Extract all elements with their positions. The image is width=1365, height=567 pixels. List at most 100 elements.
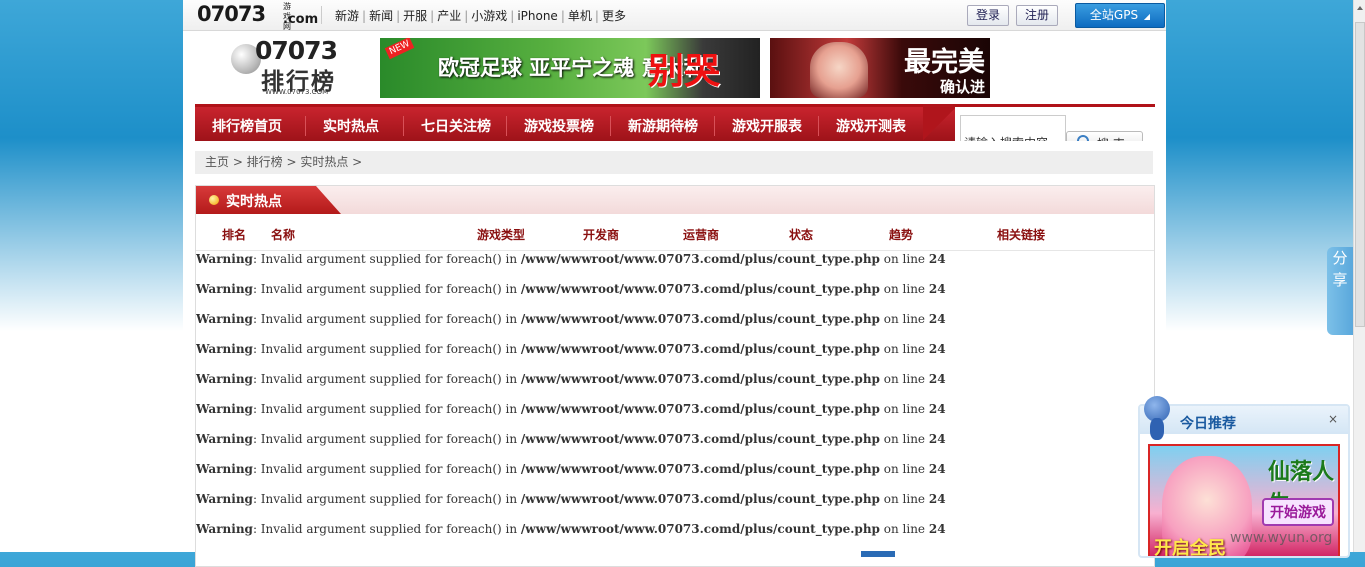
warning-file-path: /www/wwwroot/www.07073.comd/plus/count_t… <box>520 252 880 266</box>
warning-line-number: 24 <box>928 312 946 326</box>
warning-text: : Invalid argument supplied for foreach(… <box>252 432 521 446</box>
main-nav-item[interactable]: 排行榜首页 <box>212 116 282 136</box>
warning-line-number: 24 <box>928 252 946 266</box>
site-logo[interactable]: 07073 游戏网 .com <box>197 2 318 31</box>
vertical-scrollbar[interactable] <box>1353 0 1365 552</box>
warning-file-path: /www/wwwroot/www.07073.comd/plus/count_t… <box>520 462 880 476</box>
nav-divider: | <box>560 9 565 23</box>
login-button[interactable]: 登录 <box>967 5 1010 26</box>
top-nav-item[interactable]: 新游 <box>335 9 359 23</box>
panel-title: 实时热点 <box>226 194 282 210</box>
promo-slogan: 开启全民 <box>1154 538 1226 558</box>
warning-file-path: /www/wwwroot/www.07073.comd/plus/count_t… <box>520 522 880 536</box>
warning-on-line: on line <box>879 462 929 476</box>
nav-decoration <box>923 104 955 144</box>
top-nav-item[interactable]: 单机 <box>568 9 592 23</box>
panel-header: 实时热点 <box>196 186 1154 214</box>
nav-divider <box>506 116 507 136</box>
warning-text: : Invalid argument supplied for foreach(… <box>252 312 521 326</box>
warning-message: Warning: Invalid argument supplied for f… <box>196 282 946 296</box>
warning-file-path: /www/wwwroot/www.07073.comd/plus/count_t… <box>520 402 880 416</box>
nav-divider <box>818 116 819 136</box>
warning-label: Warning <box>196 372 253 386</box>
share-button[interactable]: 分 享 <box>1327 247 1353 335</box>
warning-label: Warning <box>196 342 253 356</box>
top-bar: 07073 游戏网 .com 新游 | 新闻 | 开服 | 产业 | 小游戏 | iPhone | 单机… <box>183 0 1166 31</box>
nav-divider: | <box>594 9 599 23</box>
top-nav-item[interactable]: 新闻 <box>369 9 393 23</box>
warning-line-number: 24 <box>928 402 946 416</box>
site-gps-button[interactable]: 全站GPS ◢ <box>1075 3 1165 28</box>
warning-file-path: /www/wwwroot/www.07073.comd/plus/count_t… <box>520 312 880 326</box>
register-button[interactable]: 注册 <box>1016 5 1059 26</box>
warning-message: Warning: Invalid argument supplied for f… <box>196 462 946 476</box>
site-logo-number: 07073 <box>197 2 266 26</box>
nav-divider: | <box>396 9 401 23</box>
warning-message: Warning: Invalid argument supplied for f… <box>196 432 946 446</box>
warning-text: : Invalid argument supplied for foreach(… <box>252 402 521 416</box>
warning-text: : Invalid argument supplied for foreach(… <box>252 372 521 386</box>
rank-logo-number: 07073 <box>255 36 338 65</box>
column-header: 开发商 <box>583 228 620 242</box>
search-input[interactable]: 请输入搜索内容 <box>960 115 1066 141</box>
banner-headline: 别哭 <box>648 51 721 92</box>
column-header: 趋势 <box>889 228 914 242</box>
site-gps-label: 全站GPS <box>1089 8 1139 22</box>
nav-rule <box>953 104 1155 107</box>
warning-label: Warning <box>196 402 253 416</box>
warning-label: Warning <box>196 312 253 326</box>
banner-character-image <box>810 42 868 98</box>
warning-on-line: on line <box>879 432 929 446</box>
warning-line-number: 24 <box>928 432 946 446</box>
warning-on-line: on line <box>879 372 929 386</box>
mascot-icon <box>1140 390 1174 444</box>
share-label-1: 分 <box>1332 249 1348 267</box>
main-nav-item[interactable]: 游戏开服表 <box>732 116 802 136</box>
warning-message: Warning: Invalid argument supplied for f… <box>196 522 946 536</box>
nav-divider <box>403 116 404 136</box>
top-nav-item[interactable]: 小游戏 <box>471 9 507 23</box>
table-header: 排名 名称 游戏类型 开发商 运营商 状态 趋势 相关链接 <box>196 216 1154 251</box>
divider <box>321 6 322 24</box>
main-nav-item[interactable]: 实时热点 <box>323 116 379 136</box>
scrollbar-thumb[interactable] <box>1355 22 1365 327</box>
warning-file-path: /www/wwwroot/www.07073.comd/plus/count_t… <box>520 492 880 506</box>
nav-divider: | <box>510 9 515 23</box>
rank-logo-url: WWW.07073.COM <box>265 88 329 96</box>
top-nav-item[interactable]: 产业 <box>437 9 461 23</box>
column-header: 名称 <box>271 228 296 242</box>
top-nav-item[interactable]: 开服 <box>403 9 427 23</box>
warning-on-line: on line <box>879 402 929 416</box>
warning-message: Warning: Invalid argument supplied for f… <box>196 372 946 386</box>
rank-logo[interactable]: 07073 排行榜 WWW.07073.COM <box>229 36 359 96</box>
site-logo-domain: .com <box>283 12 319 27</box>
start-game-button[interactable]: 开始游戏 <box>1262 498 1334 526</box>
nav-divider: | <box>464 9 469 23</box>
close-icon[interactable]: × <box>1327 413 1339 425</box>
warning-message: Warning: Invalid argument supplied for f… <box>196 312 946 326</box>
warning-line-number: 24 <box>928 492 946 506</box>
column-header: 排名 <box>222 228 247 242</box>
warning-text: : Invalid argument supplied for foreach(… <box>252 282 521 296</box>
warning-file-path: /www/wwwroot/www.07073.comd/plus/count_t… <box>520 282 880 296</box>
main-nav-item[interactable]: 新游期待榜 <box>628 116 698 136</box>
top-nav-item[interactable]: 更多 <box>602 9 626 23</box>
top-nav-item[interactable]: iPhone <box>517 9 558 23</box>
warning-on-line: on line <box>879 312 929 326</box>
ad-banner-game[interactable]: 最完美 确认进 <box>770 38 990 98</box>
warning-label: Warning <box>196 252 253 266</box>
warning-line-number: 24 <box>928 342 946 356</box>
panel-title-tab: 实时热点 <box>196 186 341 214</box>
main-nav-item[interactable]: 游戏投票榜 <box>524 116 594 136</box>
main-nav-item[interactable]: 七日关注榜 <box>421 116 491 136</box>
main-nav-item[interactable]: 游戏开测表 <box>836 116 906 136</box>
column-header: 游戏类型 <box>477 228 526 242</box>
breadcrumb[interactable]: 主页 > 排行榜 > 实时热点 > <box>195 151 1153 174</box>
nav-divider: | <box>430 9 435 23</box>
warning-text: : Invalid argument supplied for foreach(… <box>252 522 521 536</box>
scroll-up-icon[interactable] <box>1357 6 1363 10</box>
warning-message: Warning: Invalid argument supplied for f… <box>196 402 946 416</box>
warning-label: Warning <box>196 462 253 476</box>
warning-on-line: on line <box>879 492 929 506</box>
ad-banner-football[interactable]: NEW 欧冠足球 亚平宁之魂 意大利 别哭 <box>380 38 760 98</box>
